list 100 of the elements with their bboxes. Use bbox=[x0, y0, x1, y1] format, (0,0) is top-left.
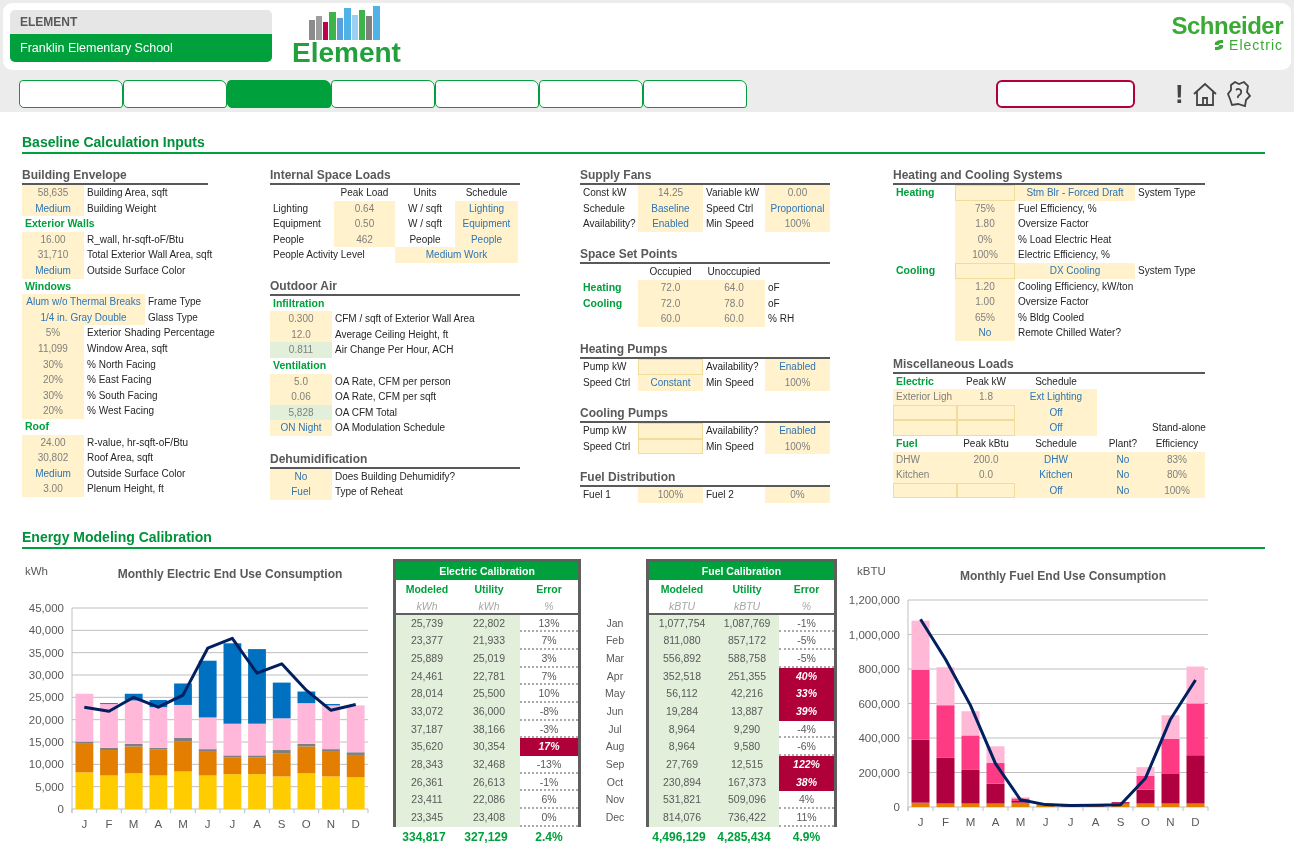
column-header: Error bbox=[535, 581, 563, 597]
table-cell: 509,096 bbox=[715, 791, 779, 810]
error-cell: 122% bbox=[779, 756, 834, 774]
month-label: Oct bbox=[605, 774, 625, 790]
column-header: Occupied bbox=[648, 265, 693, 280]
month-label: Aug bbox=[604, 739, 626, 755]
field-label: % South Facing bbox=[86, 388, 159, 403]
axis-tick-label: J bbox=[1042, 815, 1049, 828]
axis-tick-label: 30,000 bbox=[28, 668, 64, 681]
axis-tick-label: S bbox=[277, 817, 286, 830]
field-label: Does Building Dehumidify? bbox=[334, 469, 457, 484]
month-label: Nov bbox=[604, 792, 626, 808]
subsection-label: Fuel bbox=[895, 435, 919, 451]
total-value: 4,285,434 bbox=[716, 829, 772, 844]
table-cell: 22,086 bbox=[458, 791, 520, 810]
field-label: Oversize Factor bbox=[1017, 295, 1090, 310]
subsection-label: Roof bbox=[24, 418, 50, 434]
field-label: CFM / sqft of Exterior Wall Area bbox=[334, 312, 476, 327]
axis-tick-label: J bbox=[917, 815, 924, 828]
axis-tick-label: J bbox=[204, 817, 211, 830]
field-label: % Load Electric Heat bbox=[1017, 232, 1113, 247]
column-header: W / sqft bbox=[407, 217, 443, 232]
section-heading: Baseline Calculation Inputs bbox=[22, 134, 1265, 154]
field-label: System Type bbox=[1137, 186, 1197, 200]
axis-tick-label: J bbox=[229, 817, 236, 830]
axis-tick-label: 25,000 bbox=[28, 690, 64, 703]
field-label: Electric Efficiency, % bbox=[1017, 248, 1111, 263]
field-label: Total Exterior Wall Area, sqft bbox=[86, 248, 214, 263]
field-label: Plenum Height, ft bbox=[86, 482, 165, 497]
month-label: Apr bbox=[605, 668, 625, 684]
axis-tick-label: S bbox=[1116, 815, 1125, 828]
axis-tick-label: 15,000 bbox=[28, 735, 64, 748]
site-name: Franklin Elementary School bbox=[10, 34, 272, 62]
column-header: W / sqft bbox=[407, 201, 443, 216]
column-header: Schedule bbox=[1034, 436, 1078, 451]
subsection-label: Ventilation bbox=[272, 357, 328, 373]
month-label: Jun bbox=[605, 703, 625, 719]
table-cell: 736,422 bbox=[715, 809, 779, 827]
field-label: Fuel Efficiency, % bbox=[1017, 201, 1098, 216]
total-value: 4,496,129 bbox=[651, 829, 707, 844]
field-label: System Type bbox=[1137, 263, 1197, 278]
column-header: Efficiency bbox=[1154, 436, 1200, 451]
axis-tick-label: 40,000 bbox=[28, 623, 64, 636]
table-cell: 32,468 bbox=[458, 756, 520, 774]
field-label: Roof Area, sqft bbox=[86, 451, 155, 466]
brand-name: Schneider bbox=[1171, 14, 1283, 38]
table-cell: 23,411 bbox=[396, 791, 458, 810]
group-title: Miscellaneous Loads bbox=[893, 356, 1205, 374]
column-header: Units bbox=[412, 186, 438, 200]
subsection-label: Cooling bbox=[895, 262, 937, 278]
axis-tick-label: 20,000 bbox=[28, 713, 64, 726]
table-cell: 814,076 bbox=[649, 809, 715, 827]
field-label: Speed Ctrl bbox=[582, 375, 632, 390]
field-label: OA Rate, CFM per sqft bbox=[334, 390, 438, 405]
axis-tick-label: 45,000 bbox=[28, 601, 64, 614]
column-header: Unoccupied bbox=[706, 265, 762, 280]
table-cell: 23,345 bbox=[396, 809, 458, 827]
month-label: Dec bbox=[604, 810, 626, 826]
table-cell: 25,500 bbox=[458, 685, 520, 703]
field-label: Type of Reheat bbox=[334, 485, 404, 500]
field-label: % Bldg Cooled bbox=[1017, 310, 1086, 325]
axis-tick-label: 1,200,000 bbox=[848, 593, 900, 606]
field-label: Availability? bbox=[705, 424, 760, 439]
field-label: Speed Ctrl bbox=[705, 201, 755, 216]
table-cell: 28,343 bbox=[396, 756, 458, 774]
error-cell: 17% bbox=[520, 738, 578, 756]
field-label: Speed Ctrl bbox=[582, 439, 632, 454]
table-cell: 21,933 bbox=[458, 632, 520, 650]
total-value: 2.4% bbox=[534, 829, 564, 844]
chart-title: Monthly Fuel End Use Consumption bbox=[960, 568, 1166, 583]
calculated-value: 0.811 bbox=[270, 342, 332, 358]
column-header: Plant? bbox=[1107, 436, 1139, 451]
column-header: Peak kW bbox=[965, 374, 1007, 389]
table-cell: 23,408 bbox=[458, 809, 520, 827]
axis-tick-label: D bbox=[351, 817, 360, 830]
field-label: Availability? bbox=[705, 360, 760, 375]
chart-title: Monthly Electric End Use Consumption bbox=[117, 566, 343, 581]
column-header: Schedule bbox=[464, 186, 509, 200]
axis-label: kWh bbox=[25, 564, 48, 577]
subsection-label: Heating bbox=[582, 279, 623, 295]
field-label: % West Facing bbox=[86, 404, 156, 419]
axis-tick-label: D bbox=[1191, 815, 1200, 828]
axis-tick-label: N bbox=[1166, 815, 1175, 828]
field-label: Frame Type bbox=[147, 295, 203, 310]
axis-tick-label: A bbox=[991, 815, 1000, 828]
field-label: Const kW bbox=[582, 186, 628, 200]
column-header: Stand-alone bbox=[1151, 421, 1205, 436]
table-cell: 42,216 bbox=[715, 685, 779, 703]
axis-tick-label: O bbox=[1141, 815, 1150, 828]
total-value: 334,817 bbox=[401, 829, 447, 844]
axis-tick-label: 1,000,000 bbox=[848, 628, 900, 640]
month-label: Sep bbox=[604, 757, 626, 772]
field-label: Availability? bbox=[582, 217, 637, 232]
field-label: Equipment bbox=[272, 217, 322, 232]
field-label: Average Ceiling Height, ft bbox=[334, 327, 450, 342]
field-label: Fuel 1 bbox=[582, 487, 612, 502]
axis-tick-label: 0 bbox=[893, 800, 900, 813]
axis-tick-label: M bbox=[128, 817, 139, 830]
table-cell: 531,821 bbox=[649, 791, 715, 810]
table-cell: 9,580 bbox=[715, 738, 779, 756]
